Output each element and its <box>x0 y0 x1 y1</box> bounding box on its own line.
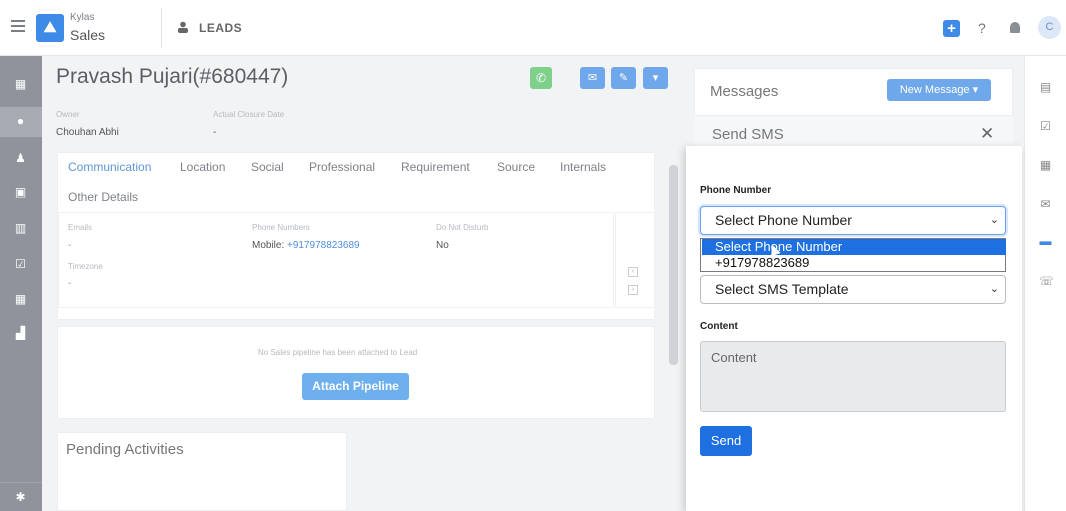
sms-template-select[interactable]: Select SMS Template ⌄ <box>700 275 1006 304</box>
phone-prefix: Mobile: <box>252 240 285 251</box>
tab-requirement[interactable]: Requirement <box>401 160 470 174</box>
phone-number-select[interactable]: Select Phone Number ⌄ <box>700 206 1006 235</box>
leads-icon[interactable]: ● <box>14 115 27 128</box>
calendar-icon[interactable]: ▦ <box>1039 159 1052 172</box>
tab-location[interactable]: Location <box>180 160 225 174</box>
content-label: Content <box>700 321 738 332</box>
tab-other-details[interactable]: Other Details <box>68 190 138 204</box>
phone-icon[interactable]: ☏ <box>1039 275 1054 288</box>
dropdown-option[interactable]: +917978823689 <box>702 255 1006 271</box>
divider <box>161 8 162 48</box>
phone-link[interactable]: +917978823689 <box>287 240 360 251</box>
tab-internals[interactable]: Internals <box>560 160 606 174</box>
closure-date-value: - <box>213 127 217 138</box>
send-button[interactable]: Send <box>700 426 752 456</box>
new-message-button[interactable]: New Message ▾ <box>887 79 991 101</box>
page-title: Pravash Pujari(#680447) <box>56 65 289 88</box>
left-sidebar: ▦ ● ♟ ▣ ▥ ☑ ▦ ▟ ✱ <box>0 56 42 511</box>
phone-row: Mobile: +917978823689 <box>252 240 360 251</box>
chevron-down-icon: ⌄ <box>989 283 999 295</box>
dnd-label: Do Not Disturb <box>436 223 489 232</box>
edit-button[interactable]: ✎ <box>611 67 636 89</box>
owner-label: Owner <box>56 110 80 119</box>
calendar-icon[interactable]: ▦ <box>14 293 27 306</box>
scrollbar[interactable] <box>669 165 678 365</box>
whatsapp-button[interactable]: ✆ <box>530 67 552 89</box>
communication-panel <box>58 212 614 308</box>
timezone-label: Timezone <box>68 262 103 271</box>
next-arrow-icon[interactable]: › <box>628 285 638 295</box>
pipeline-empty-text: No Sales pipeline has been attached to L… <box>258 348 418 357</box>
menu-icon[interactable] <box>11 20 25 32</box>
help-icon[interactable]: ? <box>978 20 986 36</box>
emails-value: - <box>68 240 72 251</box>
owner-value: Chouhan Abhi <box>56 127 119 138</box>
notes-icon[interactable]: ▤ <box>1039 81 1052 94</box>
top-bar: ⛰ Kylas Sales LEADS + ? C <box>0 0 1066 56</box>
chevron-down-icon: ⌄ <box>989 214 999 226</box>
tab-social[interactable]: Social <box>251 160 284 174</box>
content-placeholder: Content <box>711 350 757 365</box>
messages-title: Messages <box>710 83 779 100</box>
template-select-value: Select SMS Template <box>715 281 849 297</box>
task-check-icon[interactable]: ☑ <box>1039 120 1052 133</box>
more-actions-button[interactable]: ▾ <box>643 67 668 89</box>
right-sidebar: ▤ ☑ ▦ ✉ ▬ ☏ <box>1024 56 1066 511</box>
chat-icon[interactable]: ▬ <box>1039 235 1052 248</box>
product-name: Sales <box>70 27 106 43</box>
new-message-label: New Message <box>899 84 970 96</box>
user-icon <box>178 21 188 33</box>
email-button[interactable]: ✉ <box>580 67 605 89</box>
phone-select-value: Select Phone Number <box>715 212 852 228</box>
dropdown-option[interactable]: Select Phone Number <box>702 239 1006 255</box>
timezone-value: - <box>68 278 72 289</box>
emails-label: Emails <box>68 223 93 232</box>
attach-pipeline-button[interactable]: Attach Pipeline <box>302 373 409 400</box>
add-icon[interactable]: + <box>943 20 960 37</box>
app-logo[interactable]: ⛰ <box>36 14 64 42</box>
gear-icon[interactable]: ✱ <box>14 491 27 504</box>
contacts-icon[interactable]: ▣ <box>14 186 27 199</box>
deals-icon[interactable]: ♟ <box>14 152 27 165</box>
phones-label: Phone Numbers <box>252 223 310 232</box>
tab-professional[interactable]: Professional <box>309 160 375 174</box>
dnd-value: No <box>436 240 449 251</box>
close-icon[interactable]: ✕ <box>980 124 994 144</box>
companies-icon[interactable]: ▥ <box>14 222 27 235</box>
content-textarea[interactable]: Content <box>700 341 1006 412</box>
avatar[interactable]: C <box>1038 16 1061 39</box>
send-sms-title: Send SMS <box>712 126 784 143</box>
phone-dropdown-list: Select Phone Number +917978823689 <box>700 238 1006 272</box>
module-title: LEADS <box>199 21 243 35</box>
tab-source[interactable]: Source <box>497 160 535 174</box>
dashboard-icon[interactable]: ▦ <box>14 78 27 91</box>
phone-number-label: Phone Number <box>700 185 772 196</box>
reports-icon[interactable]: ▟ <box>14 327 27 340</box>
bell-icon[interactable] <box>1010 22 1020 33</box>
prev-arrow-icon[interactable]: ‹ <box>628 267 638 277</box>
closure-date-label: Actual Closure Date <box>213 110 285 119</box>
tasks-icon[interactable]: ☑ <box>14 258 27 271</box>
pending-activities-title: Pending Activities <box>66 441 184 458</box>
email-icon[interactable]: ✉ <box>1039 198 1052 211</box>
brand-name: Kylas <box>70 12 95 23</box>
settings-area: ✱ <box>0 482 42 511</box>
tab-communication[interactable]: Communication <box>68 160 151 174</box>
